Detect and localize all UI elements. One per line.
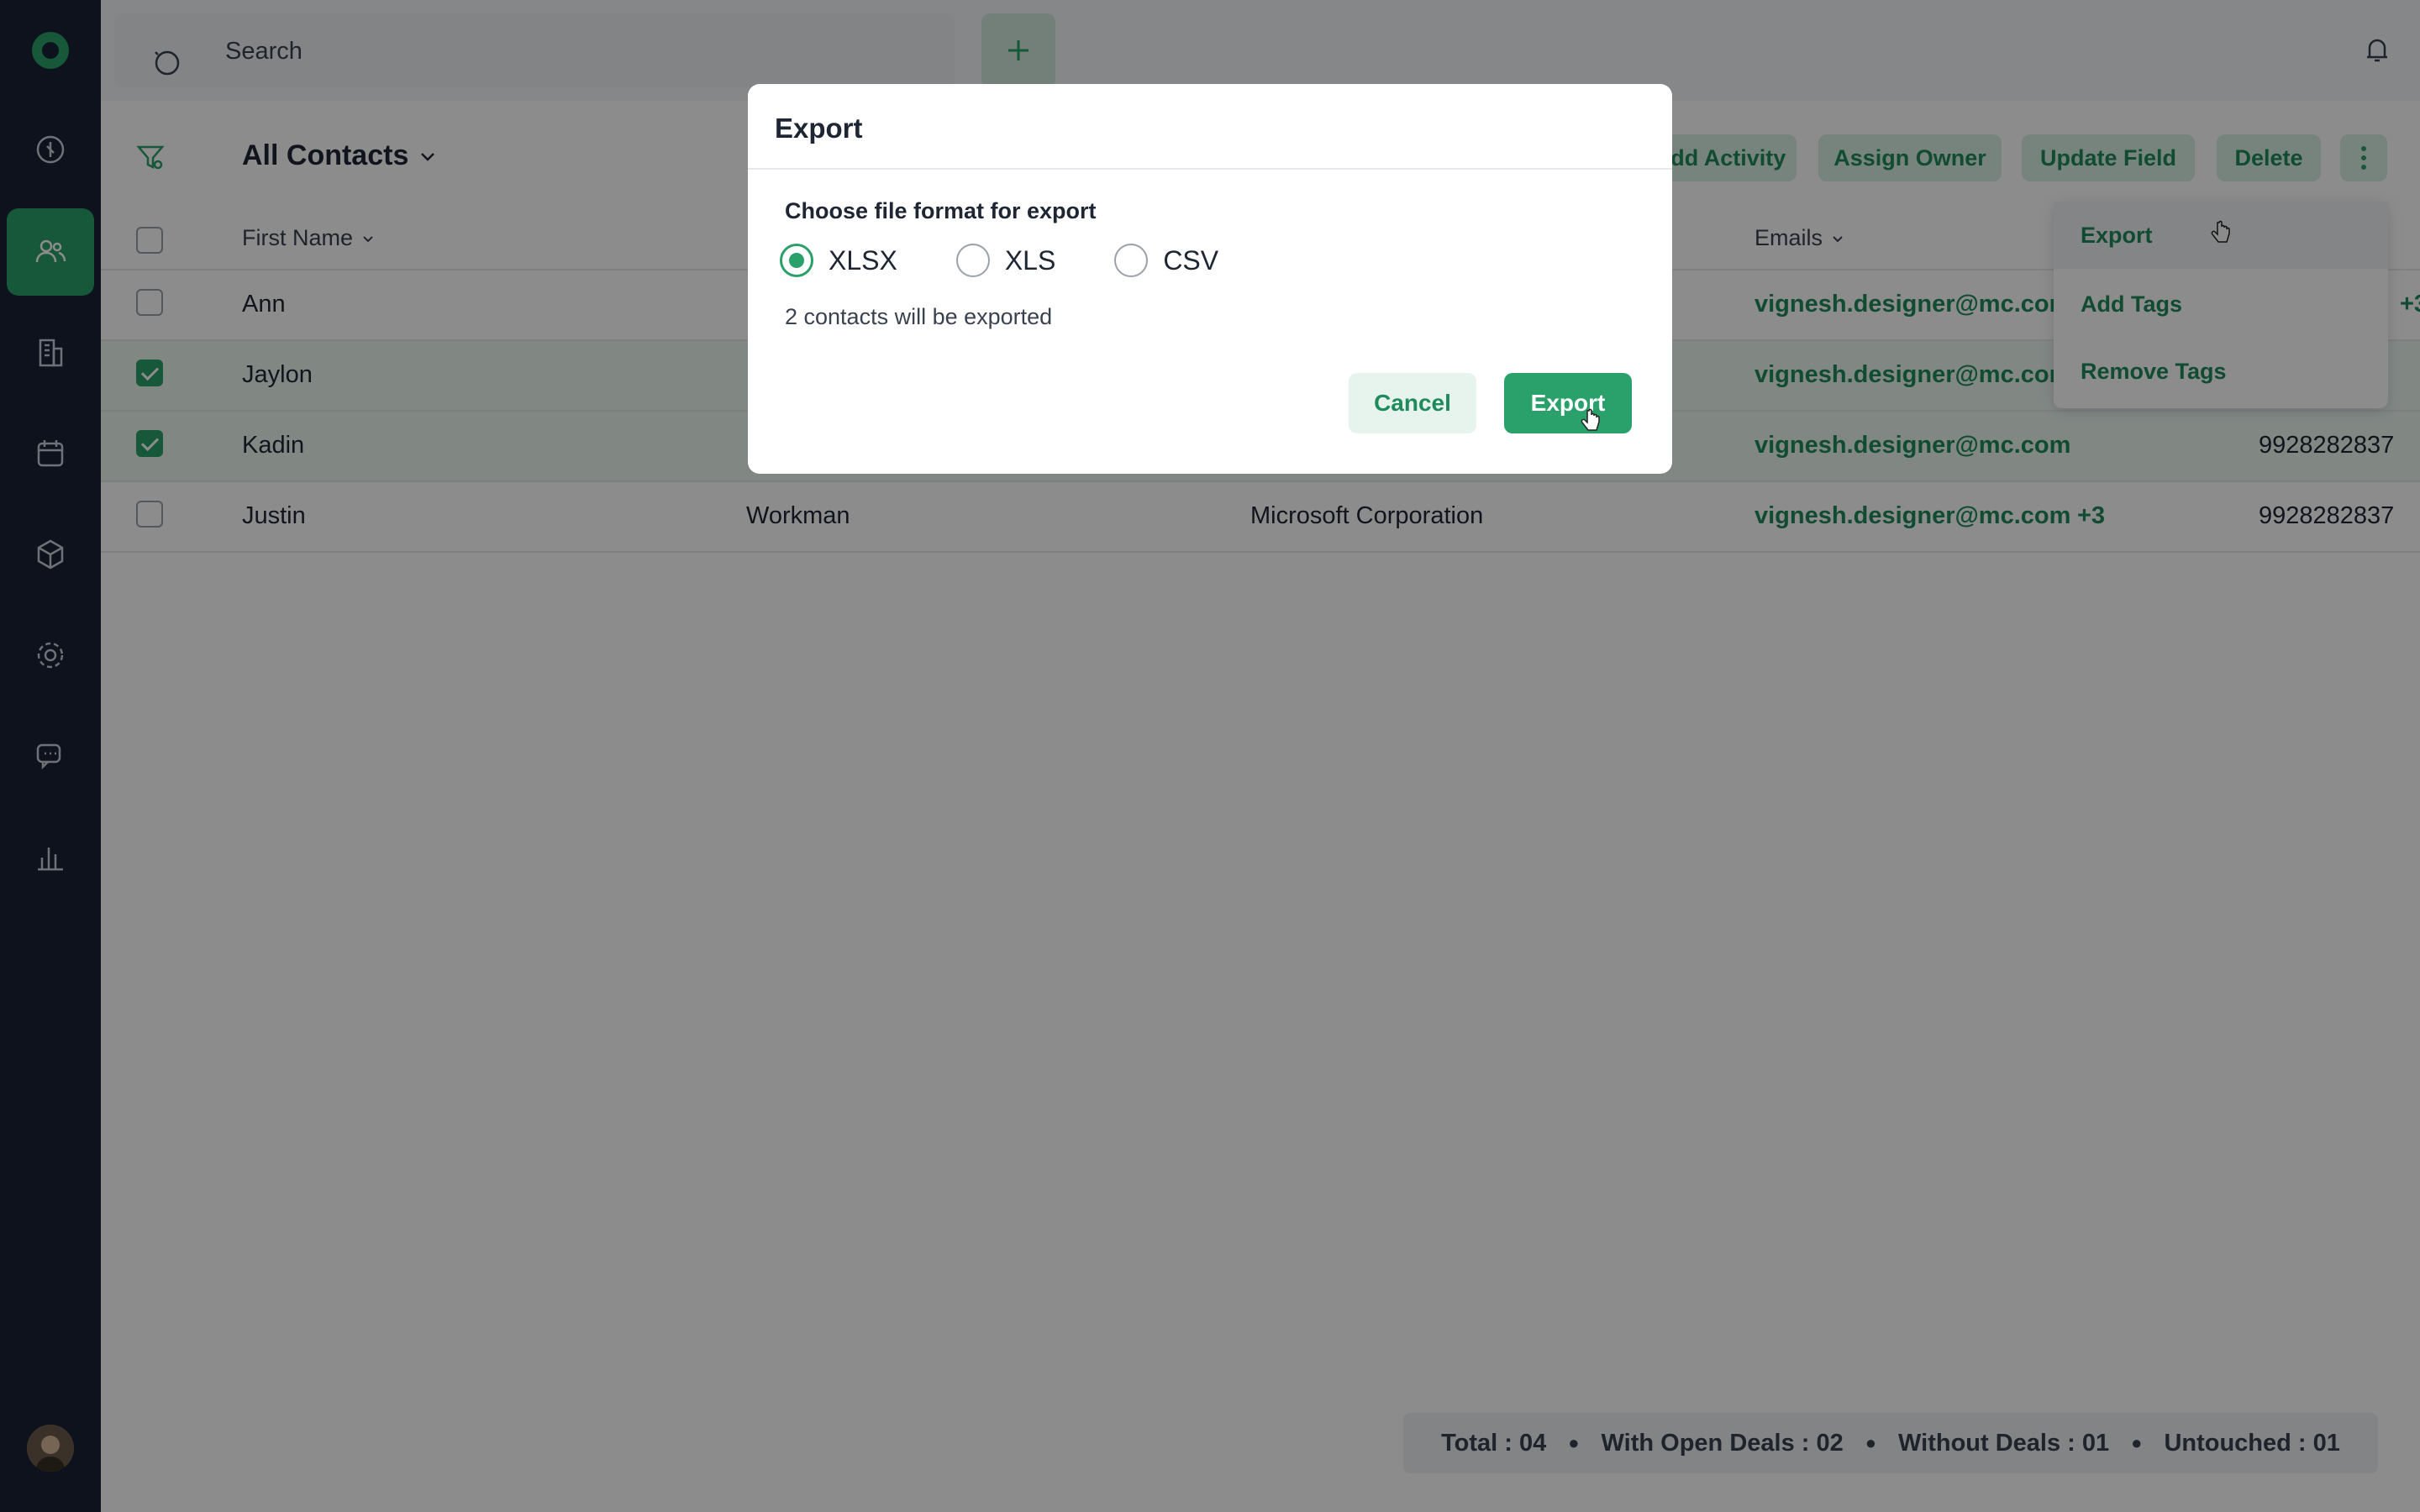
radio-empty-icon[interactable]: [1114, 244, 1149, 277]
radio-xlsx[interactable]: XLSX: [780, 244, 897, 277]
export-dialog: Export Choose file format for export XLS…: [748, 84, 1672, 474]
dialog-title: Export: [775, 113, 863, 144]
hand-cursor-icon: [1581, 408, 1600, 431]
radio-xls[interactable]: XLS: [955, 244, 1055, 277]
radio-selected-icon[interactable]: [780, 244, 813, 277]
format-label: Choose file format for export: [785, 198, 1097, 223]
format-radio-group: XLSX XLS CSV: [780, 244, 1218, 277]
radio-empty-icon[interactable]: [955, 244, 990, 277]
radio-csv[interactable]: CSV: [1114, 244, 1218, 277]
dialog-divider: [748, 168, 1672, 170]
cancel-button[interactable]: Cancel: [1349, 373, 1476, 433]
export-button[interactable]: Export: [1504, 373, 1632, 433]
export-count-note: 2 contacts will be exported: [785, 304, 1053, 329]
